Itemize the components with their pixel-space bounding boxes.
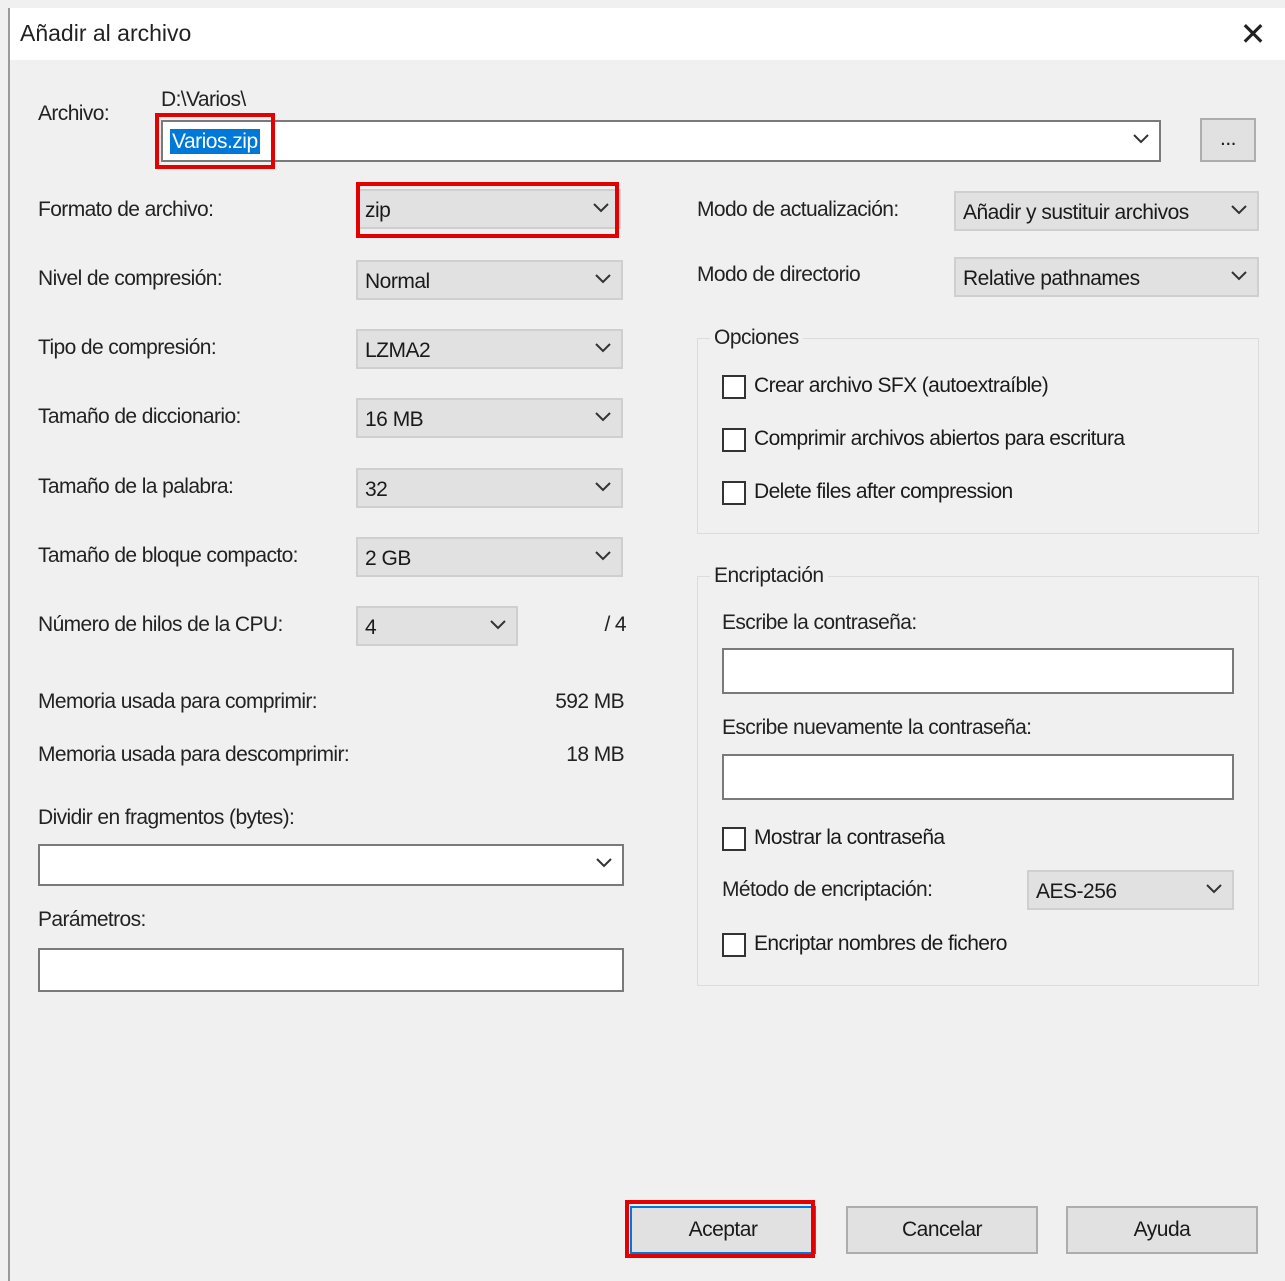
close-icon[interactable]: ✕ (1235, 16, 1271, 52)
mem-decompress-value: 18 MB (566, 743, 624, 766)
chevron-down-icon (1229, 202, 1249, 218)
block-select[interactable]: 2 GB (356, 537, 623, 577)
archive-name-combo[interactable]: Varios.zip (161, 120, 1161, 162)
archive-path: D:\Varios\ (161, 88, 246, 111)
title-bar: Añadir al archivo ✕ (10, 8, 1285, 60)
format-select[interactable]: zip (356, 189, 621, 229)
dict-select[interactable]: 16 MB (356, 398, 623, 438)
browse-button[interactable]: ... (1200, 118, 1256, 162)
format-label: Formato de archivo: (38, 198, 214, 221)
method-label: Tipo de compresión: (38, 336, 217, 359)
path-mode-value: Relative pathnames (963, 267, 1140, 290)
format-value: zip (365, 199, 391, 222)
add-to-archive-dialog: Añadir al archivo ✕ Archivo: D:\Varios\ … (8, 8, 1285, 1281)
chevron-down-icon (1131, 131, 1151, 147)
options-group-title: Opciones (710, 326, 803, 350)
show-password-checkbox[interactable] (722, 827, 746, 851)
shared-checkbox[interactable] (722, 428, 746, 452)
dict-label: Tamaño de diccionario: (38, 405, 241, 428)
encryption-method-value: AES-256 (1036, 880, 1117, 903)
word-select[interactable]: 32 (356, 468, 623, 508)
word-label: Tamaño de la palabra: (38, 475, 234, 498)
threads-label: Número de hilos de la CPU: (38, 613, 283, 636)
encryption-group-title: Encriptación (710, 564, 828, 588)
update-mode-select[interactable]: Añadir y sustituir archivos (954, 191, 1259, 231)
chevron-down-icon (591, 200, 611, 216)
encrypt-names-checkbox[interactable] (722, 933, 746, 957)
archive-label: Archivo: (38, 102, 110, 125)
encrypt-names-label: Encriptar nombres de fichero (754, 932, 1007, 955)
block-value: 2 GB (365, 547, 411, 570)
params-label: Parámetros: (38, 908, 146, 931)
ok-button[interactable]: Aceptar (630, 1206, 816, 1254)
delete-checkbox[interactable] (722, 481, 746, 505)
level-value: Normal (365, 270, 430, 293)
chevron-down-icon (593, 479, 613, 495)
threads-value: 4 (365, 616, 377, 639)
encryption-method-select[interactable]: AES-256 (1027, 870, 1234, 910)
method-select[interactable]: LZMA2 (356, 329, 623, 369)
chevron-down-icon (1204, 881, 1224, 897)
encryption-method-label: Método de encriptación: (722, 878, 933, 901)
mem-compress-value: 592 MB (555, 690, 624, 713)
threads-select[interactable]: 4 (356, 606, 518, 646)
sfx-label: Crear archivo SFX (autoextraíble) (754, 374, 1049, 397)
show-password-label: Mostrar la contraseña (754, 826, 945, 849)
repeat-password-label: Escribe nuevamente la contraseña: (722, 716, 1032, 739)
path-mode-label: Modo de directorio (697, 263, 861, 286)
archive-name-value: Varios.zip (170, 129, 260, 154)
threads-max: / 4 (604, 613, 626, 636)
mem-decompress-label: Memoria usada para descomprimir: (38, 743, 350, 766)
level-label: Nivel de compresión: (38, 267, 223, 290)
chevron-down-icon (593, 409, 613, 425)
password-label: Escribe la contraseña: (722, 611, 917, 634)
chevron-down-icon (593, 271, 613, 287)
password-input[interactable] (722, 648, 1234, 694)
block-label: Tamaño de bloque compacto: (38, 544, 299, 567)
chevron-down-icon (594, 855, 614, 871)
split-combo[interactable] (38, 844, 624, 886)
split-label: Dividir en fragmentos (bytes): (38, 806, 295, 829)
method-value: LZMA2 (365, 339, 431, 362)
cancel-button[interactable]: Cancelar (846, 1206, 1038, 1254)
params-input[interactable] (38, 948, 624, 992)
help-button[interactable]: Ayuda (1066, 1206, 1258, 1254)
delete-label: Delete files after compression (754, 480, 1013, 503)
level-select[interactable]: Normal (356, 260, 623, 300)
word-value: 32 (365, 478, 388, 501)
dialog-title: Añadir al archivo (20, 20, 192, 46)
chevron-down-icon (488, 617, 508, 633)
repeat-password-input[interactable] (722, 754, 1234, 800)
chevron-down-icon (593, 340, 613, 356)
update-mode-value: Añadir y sustituir archivos (963, 201, 1189, 224)
mem-compress-label: Memoria usada para comprimir: (38, 690, 318, 713)
sfx-checkbox[interactable] (722, 375, 746, 399)
chevron-down-icon (1229, 268, 1249, 284)
shared-label: Comprimir archivos abiertos para escritu… (754, 427, 1125, 450)
update-mode-label: Modo de actualización: (697, 198, 899, 221)
path-mode-select[interactable]: Relative pathnames (954, 257, 1259, 297)
chevron-down-icon (593, 548, 613, 564)
dict-value: 16 MB (365, 408, 424, 431)
